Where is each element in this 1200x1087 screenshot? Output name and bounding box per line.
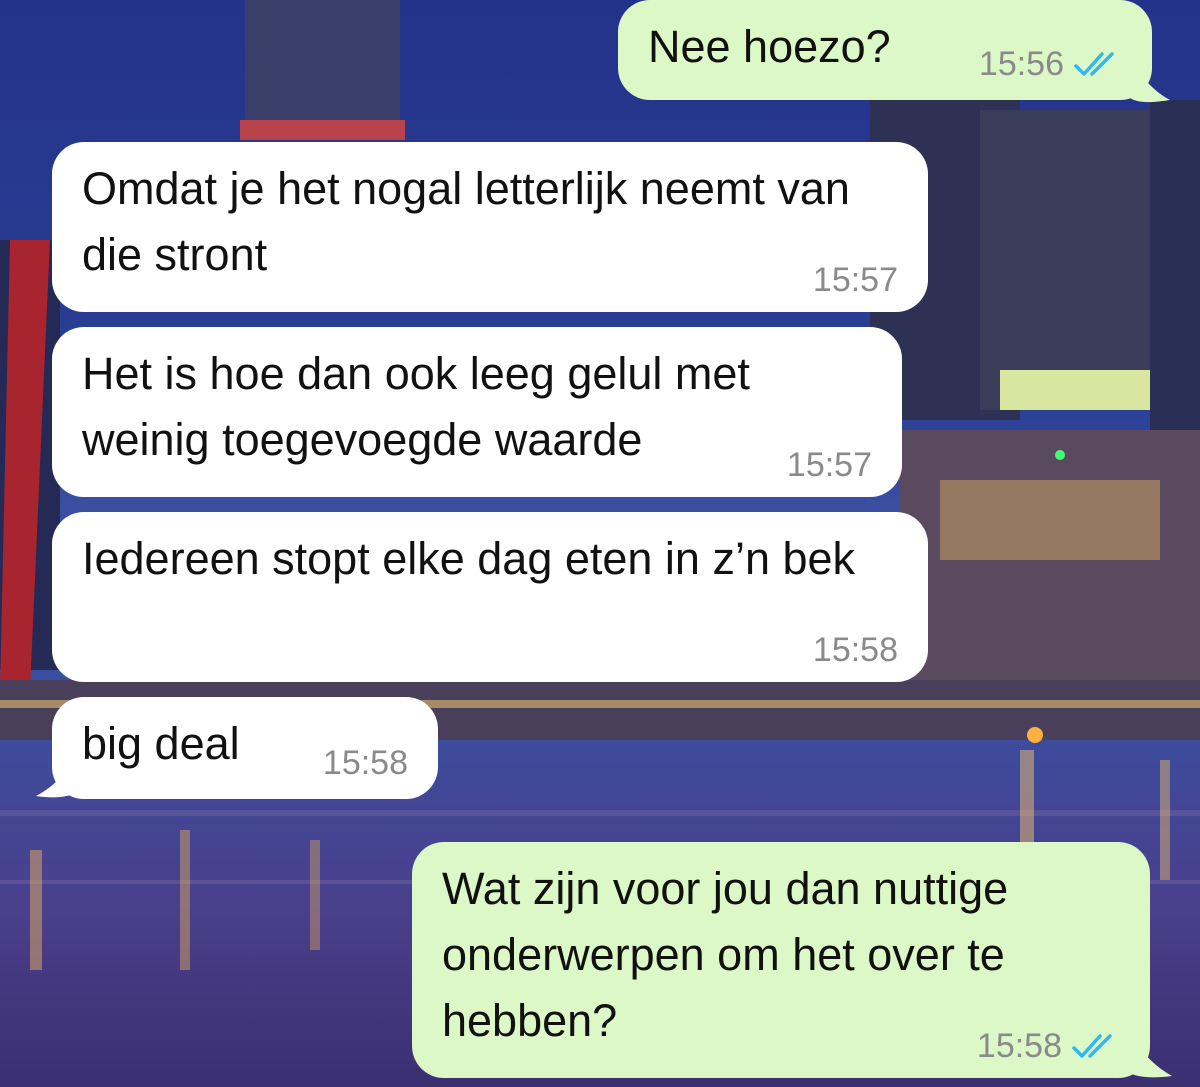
message-text: Het is hoe dan ook leeg gelul met weinig… [82, 348, 750, 465]
double-check-icon [1072, 1034, 1112, 1058]
message-meta: 15:58 [977, 1026, 1120, 1066]
message-meta: 15:58 [813, 630, 898, 670]
message-time: 15:58 [322, 744, 408, 782]
message-bubble[interactable]: Wat zijn voor jou dan nuttige onderwerpe… [412, 842, 1150, 1078]
message-text: Nee hoezo? [648, 21, 891, 72]
message-time: 15:58 [812, 631, 898, 669]
message-meta: 15:58 [323, 743, 408, 783]
message-text: Omdat je het nogal letterlijk neemt van … [82, 163, 850, 280]
message-bubble[interactable]: Omdat je het nogal letterlijk neemt van … [52, 142, 928, 312]
message-time: 15:56 [978, 45, 1064, 83]
message-time: 15:57 [786, 446, 872, 484]
message-meta: 15:56 [979, 44, 1122, 84]
message-bubble[interactable]: Het is hoe dan ook leeg gelul met weinig… [52, 327, 902, 497]
double-check-icon [1074, 52, 1114, 76]
message-bubble[interactable]: Iedereen stopt elke dag eten in z’n bek … [52, 512, 928, 682]
message-text: Iedereen stopt elke dag eten in z’n bek [82, 533, 856, 584]
message-bubble[interactable]: Nee hoezo? 15:56 [618, 0, 1152, 100]
message-meta: 15:57 [813, 260, 898, 300]
message-time: 15:57 [812, 261, 898, 299]
message-time: 15:58 [976, 1027, 1062, 1065]
message-bubble[interactable]: big deal 15:58 [52, 697, 438, 799]
message-text: big deal [82, 718, 240, 769]
message-text: Wat zijn voor jou dan nuttige onderwerpe… [442, 863, 1009, 1046]
message-meta: 15:57 [787, 445, 872, 485]
